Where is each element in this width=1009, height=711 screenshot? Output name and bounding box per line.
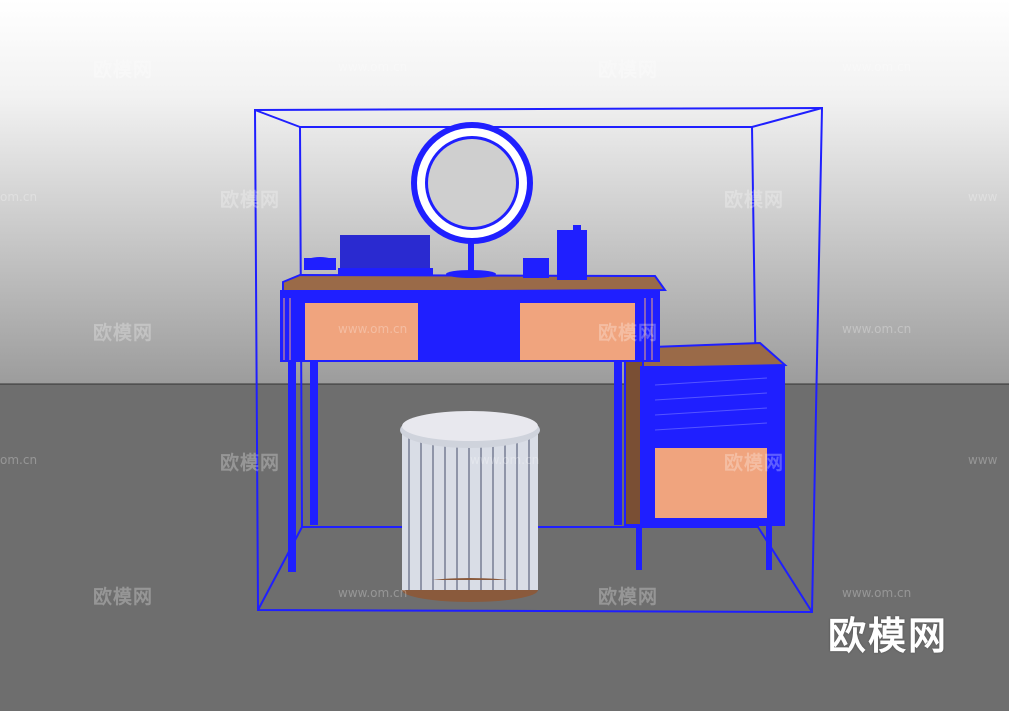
watermark-brand: 欧模网 — [93, 586, 154, 608]
watermark-brand: 欧模网 — [93, 322, 154, 344]
watermark-brand: 欧模网 — [220, 189, 281, 211]
watermark-url: www.om.cn — [842, 60, 912, 74]
watermark-brand: 欧模网 — [724, 452, 785, 474]
watermark-url-partial: www — [968, 190, 998, 204]
watermark-url: www.om.cn — [338, 322, 408, 336]
watermark-brand: 欧模网 — [598, 59, 659, 81]
watermark-url: www.om.cn — [338, 60, 408, 74]
watermark-url-partial: om.cn — [0, 190, 38, 204]
watermark-url: www.om.cn — [842, 586, 912, 600]
site-logo: 欧模网 — [828, 614, 949, 658]
watermark-url-partial: www — [968, 453, 998, 467]
watermark-brand: 欧模网 — [220, 452, 281, 474]
watermark-brand: 欧模网 — [598, 586, 659, 608]
watermark-url-partial: om.cn — [0, 453, 38, 467]
watermark-url: www.om.cn — [470, 453, 540, 467]
watermark-url: www.om.cn — [842, 322, 912, 336]
watermark-brand: 欧模网 — [598, 322, 659, 344]
watermark-brand: 欧模网 — [724, 189, 785, 211]
watermark-brand: 欧模网 — [93, 59, 154, 81]
watermark-url: www.om.cn — [338, 586, 408, 600]
stool — [400, 411, 540, 602]
